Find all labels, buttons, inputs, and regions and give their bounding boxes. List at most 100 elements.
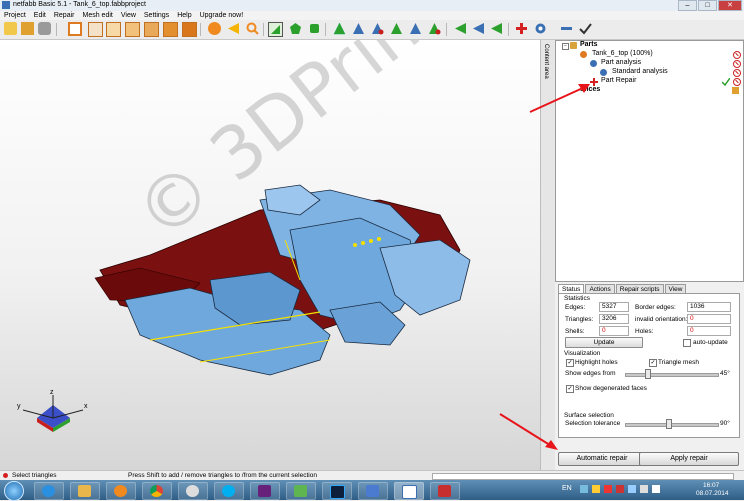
taskbar-skype-icon[interactable] [214, 482, 244, 500]
degenerated-faces-checkbox[interactable]: ✓ [566, 385, 574, 393]
analysis-icon [590, 60, 597, 67]
border-edges-value: 1036 [687, 302, 731, 312]
select-shell-icon[interactable] [308, 22, 321, 35]
taskbar-photoshop-icon[interactable] [322, 482, 352, 500]
menu-view[interactable]: View [117, 11, 140, 20]
clock-date[interactable]: 08.07.2014 [696, 490, 729, 497]
auto-update-label: auto-update [693, 339, 728, 346]
surface-selection-heading: Surface selection [564, 412, 614, 419]
remove-repair-icon[interactable] [733, 78, 741, 86]
remove-standard-analysis-icon[interactable] [733, 69, 741, 77]
highlight-holes-label: Highlight holes [575, 359, 618, 366]
add-part-icon[interactable] [515, 22, 528, 35]
content-area-tab[interactable]: Content area [540, 40, 555, 470]
triangle-mesh-checkbox[interactable]: ✓ [649, 359, 657, 367]
view-right-icon[interactable] [125, 22, 140, 37]
taskbar: EN 16:07 08.07.2014 [0, 480, 744, 501]
3d-viewport[interactable]: z y x © 3DPrintingfiles.org.ru [0, 40, 540, 470]
highlight-holes-checkbox[interactable]: ✓ [566, 359, 574, 367]
selection-tolerance-slider[interactable] [625, 423, 719, 427]
confirm-check-icon[interactable] [579, 22, 592, 35]
new-project-icon[interactable] [4, 22, 17, 35]
tree-part-name[interactable]: Tank_6_top (100%) [592, 50, 653, 57]
redo-icon[interactable] [490, 22, 503, 35]
remove-part-icon[interactable] [733, 51, 741, 59]
menu-edit[interactable]: Edit [30, 11, 50, 20]
open-project-icon[interactable] [21, 22, 34, 35]
selection-tolerance-knob[interactable] [666, 419, 672, 429]
taskbar-ie-icon[interactable] [34, 482, 64, 500]
view-back-icon[interactable] [88, 22, 103, 37]
rotate-left-icon[interactable] [227, 22, 240, 35]
tri-tool-3-icon[interactable] [371, 22, 384, 35]
menu-settings[interactable]: Settings [140, 11, 173, 20]
view-front-icon[interactable] [68, 22, 82, 36]
undo-icon[interactable] [454, 22, 467, 35]
taskbar-netfabb-icon[interactable] [394, 482, 424, 500]
close-button[interactable]: ✕ [718, 0, 742, 11]
tree-slices[interactable]: Slices [580, 86, 600, 93]
zoom-sphere-icon[interactable] [208, 22, 221, 35]
taskbar-vs-icon[interactable] [250, 482, 280, 500]
menu-mesh-edit[interactable]: Mesh edit [78, 11, 116, 20]
view-bottom-icon[interactable] [163, 22, 178, 37]
axis-y-label: y [17, 403, 21, 410]
repair-ok-check-icon[interactable] [721, 77, 731, 87]
toolbar [0, 20, 744, 40]
tri-tool-5-icon[interactable] [409, 22, 422, 35]
settings-icon[interactable] [38, 22, 51, 35]
menu-help[interactable]: Help [173, 11, 195, 20]
view-iso-icon[interactable] [182, 22, 197, 37]
axis-x-label: x [84, 403, 88, 410]
maximize-button[interactable]: □ [698, 0, 717, 11]
update-button[interactable]: Update [565, 337, 643, 348]
remove-icon[interactable] [560, 22, 573, 35]
tri-tool-1-icon[interactable] [333, 22, 346, 35]
view-left-icon[interactable] [106, 22, 121, 37]
tree-standard-analysis[interactable]: Standard analysis [612, 68, 668, 75]
minimize-button[interactable]: – [678, 0, 697, 11]
parts-icon [570, 42, 577, 49]
taskbar-chrome-icon[interactable] [142, 482, 172, 500]
auto-update-checkbox[interactable] [683, 339, 691, 347]
start-button[interactable] [4, 481, 24, 501]
status-panel: Statistics Edges: 5327 Border edges: 103… [558, 293, 740, 438]
taskbar-explorer-icon[interactable] [70, 482, 100, 500]
edges-angle-slider[interactable] [625, 373, 719, 377]
repair-cross-icon [590, 78, 598, 86]
menu-upgrade[interactable]: Upgrade now! [196, 11, 248, 20]
automatic-repair-button[interactable]: Automatic repair [558, 452, 646, 466]
view-top-icon[interactable] [144, 22, 159, 37]
triangles-value: 3206 [599, 314, 629, 324]
select-surface-icon[interactable] [289, 22, 302, 35]
tree-part-analysis[interactable]: Part analysis [601, 59, 641, 66]
apply-repair-button[interactable]: Apply repair [639, 452, 739, 466]
slices-folder-icon[interactable] [732, 87, 739, 94]
expand-toggle[interactable]: − [562, 43, 569, 50]
menu-repair[interactable]: Repair [50, 11, 79, 20]
clock-time[interactable]: 16:07 [703, 482, 719, 489]
taskbar-gallery-icon[interactable] [430, 482, 460, 500]
shells-label: Shells: [565, 328, 585, 335]
tri-tool-2-icon[interactable] [352, 22, 365, 35]
taskbar-media-icon[interactable] [106, 482, 136, 500]
language-indicator[interactable]: EN [562, 485, 572, 492]
triangle-mesh-label: Triangle mesh [658, 359, 699, 366]
taskbar-notepad-icon[interactable] [286, 482, 316, 500]
edges-label: Edges: [565, 304, 586, 311]
tree-parts[interactable]: Parts [580, 41, 598, 48]
tri-tool-4-icon[interactable] [390, 22, 403, 35]
taskbar-paint-icon[interactable] [358, 482, 388, 500]
select-triangles-icon[interactable] [268, 22, 283, 37]
edges-angle-knob[interactable] [645, 369, 651, 379]
tree-part-repair[interactable]: Part Repair [601, 77, 636, 84]
remove-analysis-icon[interactable] [733, 60, 741, 68]
taskbar-app-icon[interactable] [178, 482, 208, 500]
part-icon [580, 51, 587, 58]
step-icon[interactable] [472, 22, 485, 35]
tri-tool-6-icon[interactable] [428, 22, 441, 35]
repair-wizard-icon[interactable] [534, 22, 547, 35]
progress-bar [432, 473, 734, 480]
menu-project[interactable]: Project [0, 11, 30, 20]
zoom-icon[interactable] [246, 22, 259, 35]
